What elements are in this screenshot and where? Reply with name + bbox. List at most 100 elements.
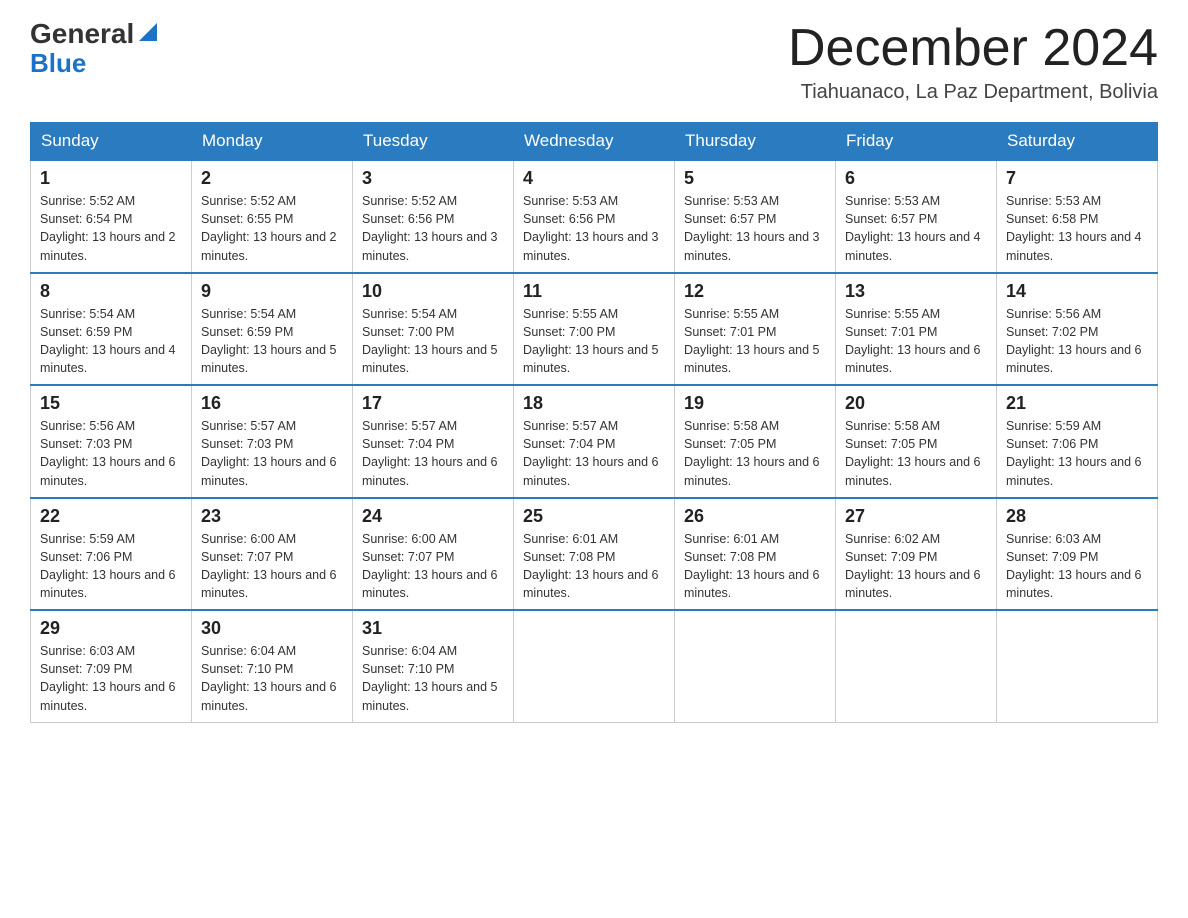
calendar-week-row: 15 Sunrise: 5:56 AMSunset: 7:03 PMDaylig… — [31, 385, 1158, 498]
calendar-day-cell: 24 Sunrise: 6:00 AMSunset: 7:07 PMDaylig… — [353, 498, 514, 611]
day-number: 28 — [1006, 506, 1148, 527]
day-number: 1 — [40, 168, 182, 189]
calendar-day-header: Saturday — [997, 123, 1158, 161]
logo-blue: Blue — [30, 50, 86, 76]
day-number: 17 — [362, 393, 504, 414]
calendar-table: SundayMondayTuesdayWednesdayThursdayFrid… — [30, 122, 1158, 723]
day-info: Sunrise: 5:55 AMSunset: 7:01 PMDaylight:… — [845, 307, 981, 375]
day-number: 20 — [845, 393, 987, 414]
day-info: Sunrise: 6:01 AMSunset: 7:08 PMDaylight:… — [523, 532, 659, 600]
calendar-day-cell — [675, 610, 836, 722]
day-number: 10 — [362, 281, 504, 302]
calendar-day-cell: 27 Sunrise: 6:02 AMSunset: 7:09 PMDaylig… — [836, 498, 997, 611]
calendar-day-cell: 1 Sunrise: 5:52 AMSunset: 6:54 PMDayligh… — [31, 160, 192, 273]
calendar-day-cell: 12 Sunrise: 5:55 AMSunset: 7:01 PMDaylig… — [675, 273, 836, 386]
calendar-header-row: SundayMondayTuesdayWednesdayThursdayFrid… — [31, 123, 1158, 161]
day-number: 13 — [845, 281, 987, 302]
calendar-day-cell: 13 Sunrise: 5:55 AMSunset: 7:01 PMDaylig… — [836, 273, 997, 386]
calendar-day-cell: 18 Sunrise: 5:57 AMSunset: 7:04 PMDaylig… — [514, 385, 675, 498]
calendar-day-cell — [514, 610, 675, 722]
calendar-day-cell: 23 Sunrise: 6:00 AMSunset: 7:07 PMDaylig… — [192, 498, 353, 611]
logo-triangle-icon — [135, 21, 157, 43]
calendar-day-cell: 16 Sunrise: 5:57 AMSunset: 7:03 PMDaylig… — [192, 385, 353, 498]
day-number: 31 — [362, 618, 504, 639]
day-info: Sunrise: 6:03 AMSunset: 7:09 PMDaylight:… — [40, 644, 176, 712]
page-header: General Blue December 2024 Tiahuanaco, L… — [30, 20, 1158, 104]
day-info: Sunrise: 6:00 AMSunset: 7:07 PMDaylight:… — [201, 532, 337, 600]
day-info: Sunrise: 5:53 AMSunset: 6:56 PMDaylight:… — [523, 194, 659, 262]
day-info: Sunrise: 5:52 AMSunset: 6:56 PMDaylight:… — [362, 194, 498, 262]
calendar-day-cell: 31 Sunrise: 6:04 AMSunset: 7:10 PMDaylig… — [353, 610, 514, 722]
day-info: Sunrise: 5:57 AMSunset: 7:04 PMDaylight:… — [523, 419, 659, 487]
day-number: 21 — [1006, 393, 1148, 414]
day-number: 12 — [684, 281, 826, 302]
calendar-day-cell: 25 Sunrise: 6:01 AMSunset: 7:08 PMDaylig… — [514, 498, 675, 611]
calendar-day-cell: 5 Sunrise: 5:53 AMSunset: 6:57 PMDayligh… — [675, 160, 836, 273]
calendar-day-header: Thursday — [675, 123, 836, 161]
day-number: 5 — [684, 168, 826, 189]
day-info: Sunrise: 6:04 AMSunset: 7:10 PMDaylight:… — [362, 644, 498, 712]
day-number: 6 — [845, 168, 987, 189]
day-info: Sunrise: 5:54 AMSunset: 7:00 PMDaylight:… — [362, 307, 498, 375]
calendar-day-cell: 15 Sunrise: 5:56 AMSunset: 7:03 PMDaylig… — [31, 385, 192, 498]
day-number: 22 — [40, 506, 182, 527]
month-title: December 2024 — [788, 20, 1158, 77]
calendar-day-header: Friday — [836, 123, 997, 161]
day-info: Sunrise: 6:00 AMSunset: 7:07 PMDaylight:… — [362, 532, 498, 600]
day-info: Sunrise: 5:59 AMSunset: 7:06 PMDaylight:… — [40, 532, 176, 600]
day-number: 3 — [362, 168, 504, 189]
day-number: 29 — [40, 618, 182, 639]
calendar-day-cell: 4 Sunrise: 5:53 AMSunset: 6:56 PMDayligh… — [514, 160, 675, 273]
calendar-day-header: Monday — [192, 123, 353, 161]
calendar-day-cell: 19 Sunrise: 5:58 AMSunset: 7:05 PMDaylig… — [675, 385, 836, 498]
day-number: 24 — [362, 506, 504, 527]
day-number: 14 — [1006, 281, 1148, 302]
day-info: Sunrise: 5:58 AMSunset: 7:05 PMDaylight:… — [845, 419, 981, 487]
day-number: 9 — [201, 281, 343, 302]
calendar-day-cell: 22 Sunrise: 5:59 AMSunset: 7:06 PMDaylig… — [31, 498, 192, 611]
calendar-day-cell — [836, 610, 997, 722]
day-info: Sunrise: 5:53 AMSunset: 6:57 PMDaylight:… — [845, 194, 981, 262]
day-info: Sunrise: 6:04 AMSunset: 7:10 PMDaylight:… — [201, 644, 337, 712]
calendar-day-cell: 9 Sunrise: 5:54 AMSunset: 6:59 PMDayligh… — [192, 273, 353, 386]
calendar-day-cell: 17 Sunrise: 5:57 AMSunset: 7:04 PMDaylig… — [353, 385, 514, 498]
day-info: Sunrise: 5:52 AMSunset: 6:55 PMDaylight:… — [201, 194, 337, 262]
day-info: Sunrise: 5:57 AMSunset: 7:04 PMDaylight:… — [362, 419, 498, 487]
calendar-week-row: 1 Sunrise: 5:52 AMSunset: 6:54 PMDayligh… — [31, 160, 1158, 273]
day-info: Sunrise: 5:56 AMSunset: 7:02 PMDaylight:… — [1006, 307, 1142, 375]
calendar-week-row: 29 Sunrise: 6:03 AMSunset: 7:09 PMDaylig… — [31, 610, 1158, 722]
day-info: Sunrise: 5:55 AMSunset: 7:01 PMDaylight:… — [684, 307, 820, 375]
day-info: Sunrise: 5:59 AMSunset: 7:06 PMDaylight:… — [1006, 419, 1142, 487]
day-number: 4 — [523, 168, 665, 189]
calendar-day-cell: 21 Sunrise: 5:59 AMSunset: 7:06 PMDaylig… — [997, 385, 1158, 498]
day-info: Sunrise: 6:02 AMSunset: 7:09 PMDaylight:… — [845, 532, 981, 600]
day-info: Sunrise: 5:53 AMSunset: 6:58 PMDaylight:… — [1006, 194, 1142, 262]
calendar-day-cell: 3 Sunrise: 5:52 AMSunset: 6:56 PMDayligh… — [353, 160, 514, 273]
location-subtitle: Tiahuanaco, La Paz Department, Bolivia — [788, 81, 1158, 104]
calendar-day-cell: 20 Sunrise: 5:58 AMSunset: 7:05 PMDaylig… — [836, 385, 997, 498]
day-number: 27 — [845, 506, 987, 527]
title-block: December 2024 Tiahuanaco, La Paz Departm… — [788, 20, 1158, 104]
logo: General Blue — [30, 20, 157, 76]
day-info: Sunrise: 5:58 AMSunset: 7:05 PMDaylight:… — [684, 419, 820, 487]
day-info: Sunrise: 5:53 AMSunset: 6:57 PMDaylight:… — [684, 194, 820, 262]
day-info: Sunrise: 6:01 AMSunset: 7:08 PMDaylight:… — [684, 532, 820, 600]
calendar-week-row: 8 Sunrise: 5:54 AMSunset: 6:59 PMDayligh… — [31, 273, 1158, 386]
calendar-day-cell: 30 Sunrise: 6:04 AMSunset: 7:10 PMDaylig… — [192, 610, 353, 722]
day-number: 11 — [523, 281, 665, 302]
day-info: Sunrise: 5:57 AMSunset: 7:03 PMDaylight:… — [201, 419, 337, 487]
day-number: 25 — [523, 506, 665, 527]
day-number: 26 — [684, 506, 826, 527]
day-number: 16 — [201, 393, 343, 414]
calendar-day-cell: 10 Sunrise: 5:54 AMSunset: 7:00 PMDaylig… — [353, 273, 514, 386]
day-number: 7 — [1006, 168, 1148, 189]
day-info: Sunrise: 6:03 AMSunset: 7:09 PMDaylight:… — [1006, 532, 1142, 600]
calendar-day-cell: 2 Sunrise: 5:52 AMSunset: 6:55 PMDayligh… — [192, 160, 353, 273]
calendar-day-cell: 11 Sunrise: 5:55 AMSunset: 7:00 PMDaylig… — [514, 273, 675, 386]
calendar-day-cell: 6 Sunrise: 5:53 AMSunset: 6:57 PMDayligh… — [836, 160, 997, 273]
day-info: Sunrise: 5:56 AMSunset: 7:03 PMDaylight:… — [40, 419, 176, 487]
calendar-day-cell: 14 Sunrise: 5:56 AMSunset: 7:02 PMDaylig… — [997, 273, 1158, 386]
logo-general: General — [30, 20, 134, 48]
calendar-day-header: Tuesday — [353, 123, 514, 161]
day-info: Sunrise: 5:55 AMSunset: 7:00 PMDaylight:… — [523, 307, 659, 375]
